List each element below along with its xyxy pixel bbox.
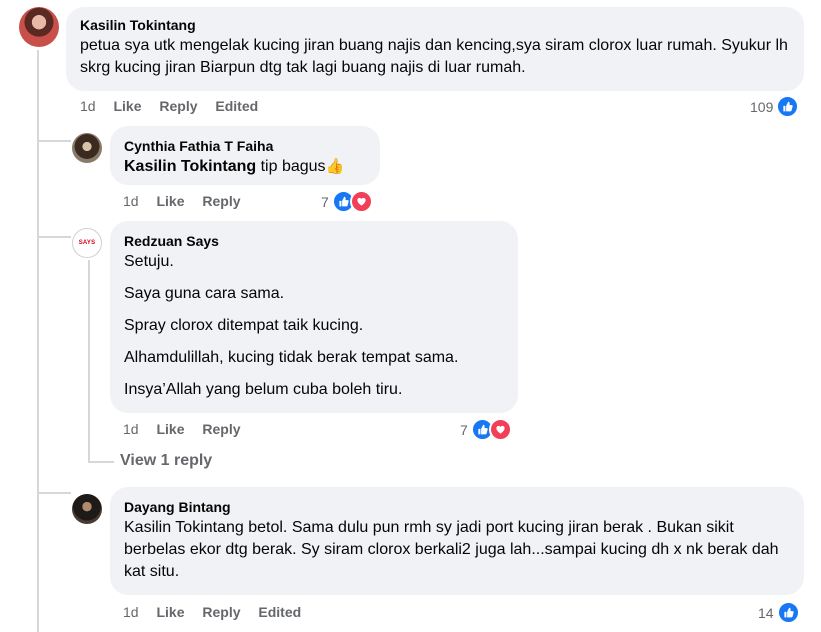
comment-paragraph: Setuju. [124, 253, 174, 270]
thumbs-up-emoji: 👍 [325, 158, 345, 175]
reaction-count: 14 [758, 604, 774, 621]
thread-connector-3 [37, 492, 71, 494]
love-icon [349, 190, 373, 213]
comment-author[interactable]: Cynthia Fathia T Faiha [124, 137, 366, 155]
comment-bubble: Dayang Bintang Kasilin Tokintang betol. … [110, 487, 804, 595]
avatar[interactable]: SAYS [72, 228, 102, 258]
comment-time[interactable]: 1d [80, 98, 96, 114]
comment-text: Kasilin Tokintang betol. Sama dulu pun r… [124, 519, 779, 580]
thread-connector-2 [37, 236, 71, 238]
comment-paragraph: Saya guna cara sama. [124, 285, 285, 302]
reply-button[interactable]: Reply [202, 604, 240, 620]
comment-bubble: Kasilin Tokintang petua sya utk mengelak… [66, 7, 804, 91]
like-icon [776, 601, 800, 624]
comment-author[interactable]: Redzuan Says [124, 232, 504, 250]
edited-label[interactable]: Edited [258, 604, 301, 620]
thread-connector-sub [88, 461, 114, 463]
comment-actions: 1d Like Reply Edited [123, 604, 315, 620]
comment-actions: 1d Like Reply [123, 421, 255, 437]
comment-text: Kasilin Tokintang tip bagus👍 [124, 158, 345, 175]
mention-link[interactable]: Kasilin Tokintang [124, 519, 244, 536]
comment-bubble: Redzuan Says Setuju. Saya guna cara sama… [110, 221, 518, 413]
reaction-count: 7 [460, 421, 468, 438]
like-button[interactable]: Like [156, 193, 184, 209]
comment-time[interactable]: 1d [123, 193, 139, 209]
view-replies-button[interactable]: View 1 reply [120, 452, 212, 470]
reaction-summary[interactable]: 109 [750, 95, 800, 118]
thread-line-sub [88, 260, 90, 462]
says-logo-text: SAYS [78, 240, 96, 246]
comment-text: petua sya utk mengelak kucing jiran buan… [80, 37, 788, 76]
comment-author[interactable]: Dayang Bintang [124, 498, 790, 516]
edited-label[interactable]: Edited [215, 98, 258, 114]
avatar[interactable] [72, 133, 102, 163]
reply-button[interactable]: Reply [202, 421, 240, 437]
love-icon [488, 418, 512, 441]
avatar[interactable] [72, 494, 102, 524]
comment-paragraph: Spray clorox ditempat taik kucing. [124, 317, 364, 334]
thread-line-main [37, 50, 39, 632]
comment-bubble: Cynthia Fathia T Faiha Kasilin Tokintang… [110, 126, 380, 185]
reply-button[interactable]: Reply [159, 98, 197, 114]
reaction-count: 7 [321, 193, 329, 210]
comment-paragraph: Alhamdulillah, kucing tidak berak tempat… [124, 349, 459, 366]
like-button[interactable]: Like [156, 421, 184, 437]
like-icon [776, 95, 800, 118]
comment-actions: 1d Like Reply [123, 193, 255, 209]
comment-actions: 1d Like Reply Edited [80, 98, 272, 114]
comment-time[interactable]: 1d [123, 421, 139, 437]
like-button[interactable]: Like [156, 604, 184, 620]
mention-link[interactable]: Kasilin Tokintang [124, 158, 256, 175]
comment-time[interactable]: 1d [123, 604, 139, 620]
like-button[interactable]: Like [113, 98, 141, 114]
comment-paragraph: Insya’Allah yang belum cuba boleh tiru. [124, 381, 403, 398]
reaction-summary[interactable]: 7 [321, 190, 373, 213]
comment-author[interactable]: Kasilin Tokintang [80, 16, 790, 34]
reaction-summary[interactable]: 7 [460, 418, 512, 441]
avatar[interactable] [19, 7, 59, 47]
reaction-summary[interactable]: 14 [758, 601, 800, 624]
reply-button[interactable]: Reply [202, 193, 240, 209]
reaction-count: 109 [750, 98, 774, 115]
thread-connector-1 [37, 140, 71, 142]
